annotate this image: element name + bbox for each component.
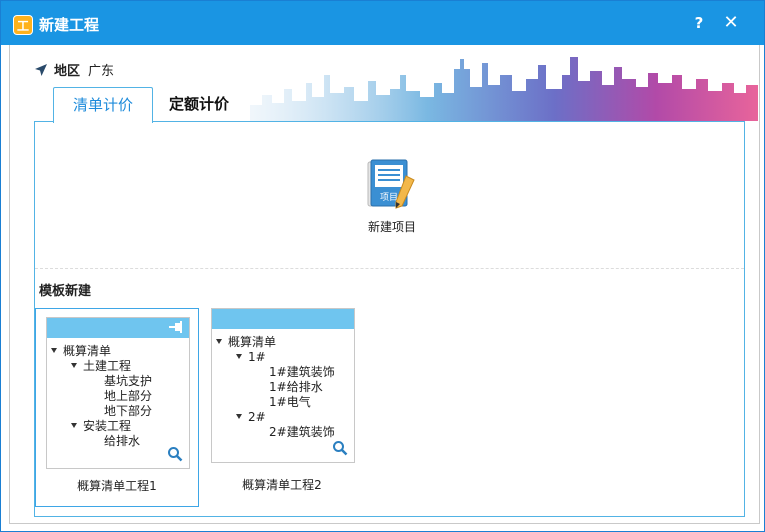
template-name: 概算清单工程2 xyxy=(242,478,322,492)
close-button[interactable]: ✕ xyxy=(721,13,741,33)
collapse-arrow-icon[interactable] xyxy=(216,339,222,344)
tree-node[interactable]: 1#给排水 xyxy=(214,380,335,395)
collapse-arrow-icon[interactable] xyxy=(236,354,242,359)
help-button[interactable]: ? xyxy=(689,13,709,33)
tree-node[interactable]: 1#建筑装饰 xyxy=(214,365,335,380)
template-tree: 概算清单 土建工程 基坑支护 地上部分 地下部分 安装工程 给排水 xyxy=(49,344,152,449)
template-preview-header xyxy=(47,318,189,338)
tree-node[interactable]: 概算清单 xyxy=(214,335,335,350)
template-preview-header xyxy=(212,309,354,329)
location-arrow-icon xyxy=(34,63,48,81)
template-preview: 概算清单 1# 1#建筑装饰 1#给排水 1#电气 2# 2#建筑装饰 xyxy=(211,308,355,463)
tab-bill-pricing[interactable]: 清单计价 xyxy=(53,87,153,123)
app-icon: 工 xyxy=(13,15,33,35)
city-skyline-banner xyxy=(250,57,758,121)
tree-node[interactable]: 给排水 xyxy=(49,434,152,449)
tree-node[interactable]: 1#电气 xyxy=(214,395,335,410)
collapse-arrow-icon[interactable] xyxy=(51,348,57,353)
zoom-preview-icon[interactable] xyxy=(332,440,348,456)
tree-node[interactable]: 安装工程 xyxy=(49,419,152,434)
collapse-arrow-icon[interactable] xyxy=(71,363,77,368)
tree-node[interactable]: 2#建筑装饰 xyxy=(214,425,335,440)
zoom-preview-icon[interactable] xyxy=(167,446,183,462)
collapse-arrow-icon[interactable] xyxy=(71,423,77,428)
region-selector[interactable]: 地区 广东 xyxy=(34,60,114,81)
tree-node[interactable]: 2# xyxy=(214,410,335,425)
collapse-arrow-icon[interactable] xyxy=(236,414,242,419)
template-preview: 概算清单 土建工程 基坑支护 地上部分 地下部分 安装工程 给排水 xyxy=(46,317,190,469)
project-document-icon: 项目 xyxy=(367,159,415,209)
dialog-title: 新建工程 xyxy=(39,16,100,34)
title-bar[interactable]: 工 新建工程 ? ✕ xyxy=(1,1,764,45)
tab-quota-pricing[interactable]: 定额计价 xyxy=(169,87,249,121)
tree-node[interactable]: 土建工程 xyxy=(49,359,152,374)
tree-node[interactable]: 地上部分 xyxy=(49,389,152,404)
new-project-dialog: 工 新建工程 ? ✕ 地区 广东 清单计价 定额计价 项目 新建项目 模板新建 … xyxy=(0,0,765,532)
svg-text:项目: 项目 xyxy=(380,192,398,203)
region-label: 地区 xyxy=(54,64,81,79)
tree-node[interactable]: 基坑支护 xyxy=(49,374,152,389)
region-value[interactable]: 广东 xyxy=(88,64,114,79)
template-card-2[interactable]: 概算清单 1# 1#建筑装饰 1#给排水 1#电气 2# 2#建筑装饰 概算清单… xyxy=(211,308,355,492)
tree-node[interactable]: 1# xyxy=(214,350,335,365)
template-name: 概算清单工程1 xyxy=(77,479,157,493)
section-divider xyxy=(35,268,744,269)
template-tree: 概算清单 1# 1#建筑装饰 1#给排水 1#电气 2# 2#建筑装饰 xyxy=(214,335,335,440)
template-card-1[interactable]: 概算清单 土建工程 基坑支护 地上部分 地下部分 安装工程 给排水 概算清单工程… xyxy=(35,308,199,507)
tree-node[interactable]: 概算清单 xyxy=(49,344,152,359)
new-project-label: 新建项目 xyxy=(367,220,416,234)
tree-node[interactable]: 地下部分 xyxy=(49,404,152,419)
new-project-button[interactable]: 项目 新建项目 xyxy=(358,158,426,235)
template-section-title: 模板新建 xyxy=(39,284,92,299)
dialog-body: 地区 广东 清单计价 定额计价 项目 新建项目 模板新建 概算清单 土建工程 基… xyxy=(9,45,760,524)
tab-panel: 项目 新建项目 模板新建 概算清单 土建工程 基坑支护 地上部分 地下部分 安装… xyxy=(34,121,745,517)
pin-icon[interactable] xyxy=(169,321,183,333)
